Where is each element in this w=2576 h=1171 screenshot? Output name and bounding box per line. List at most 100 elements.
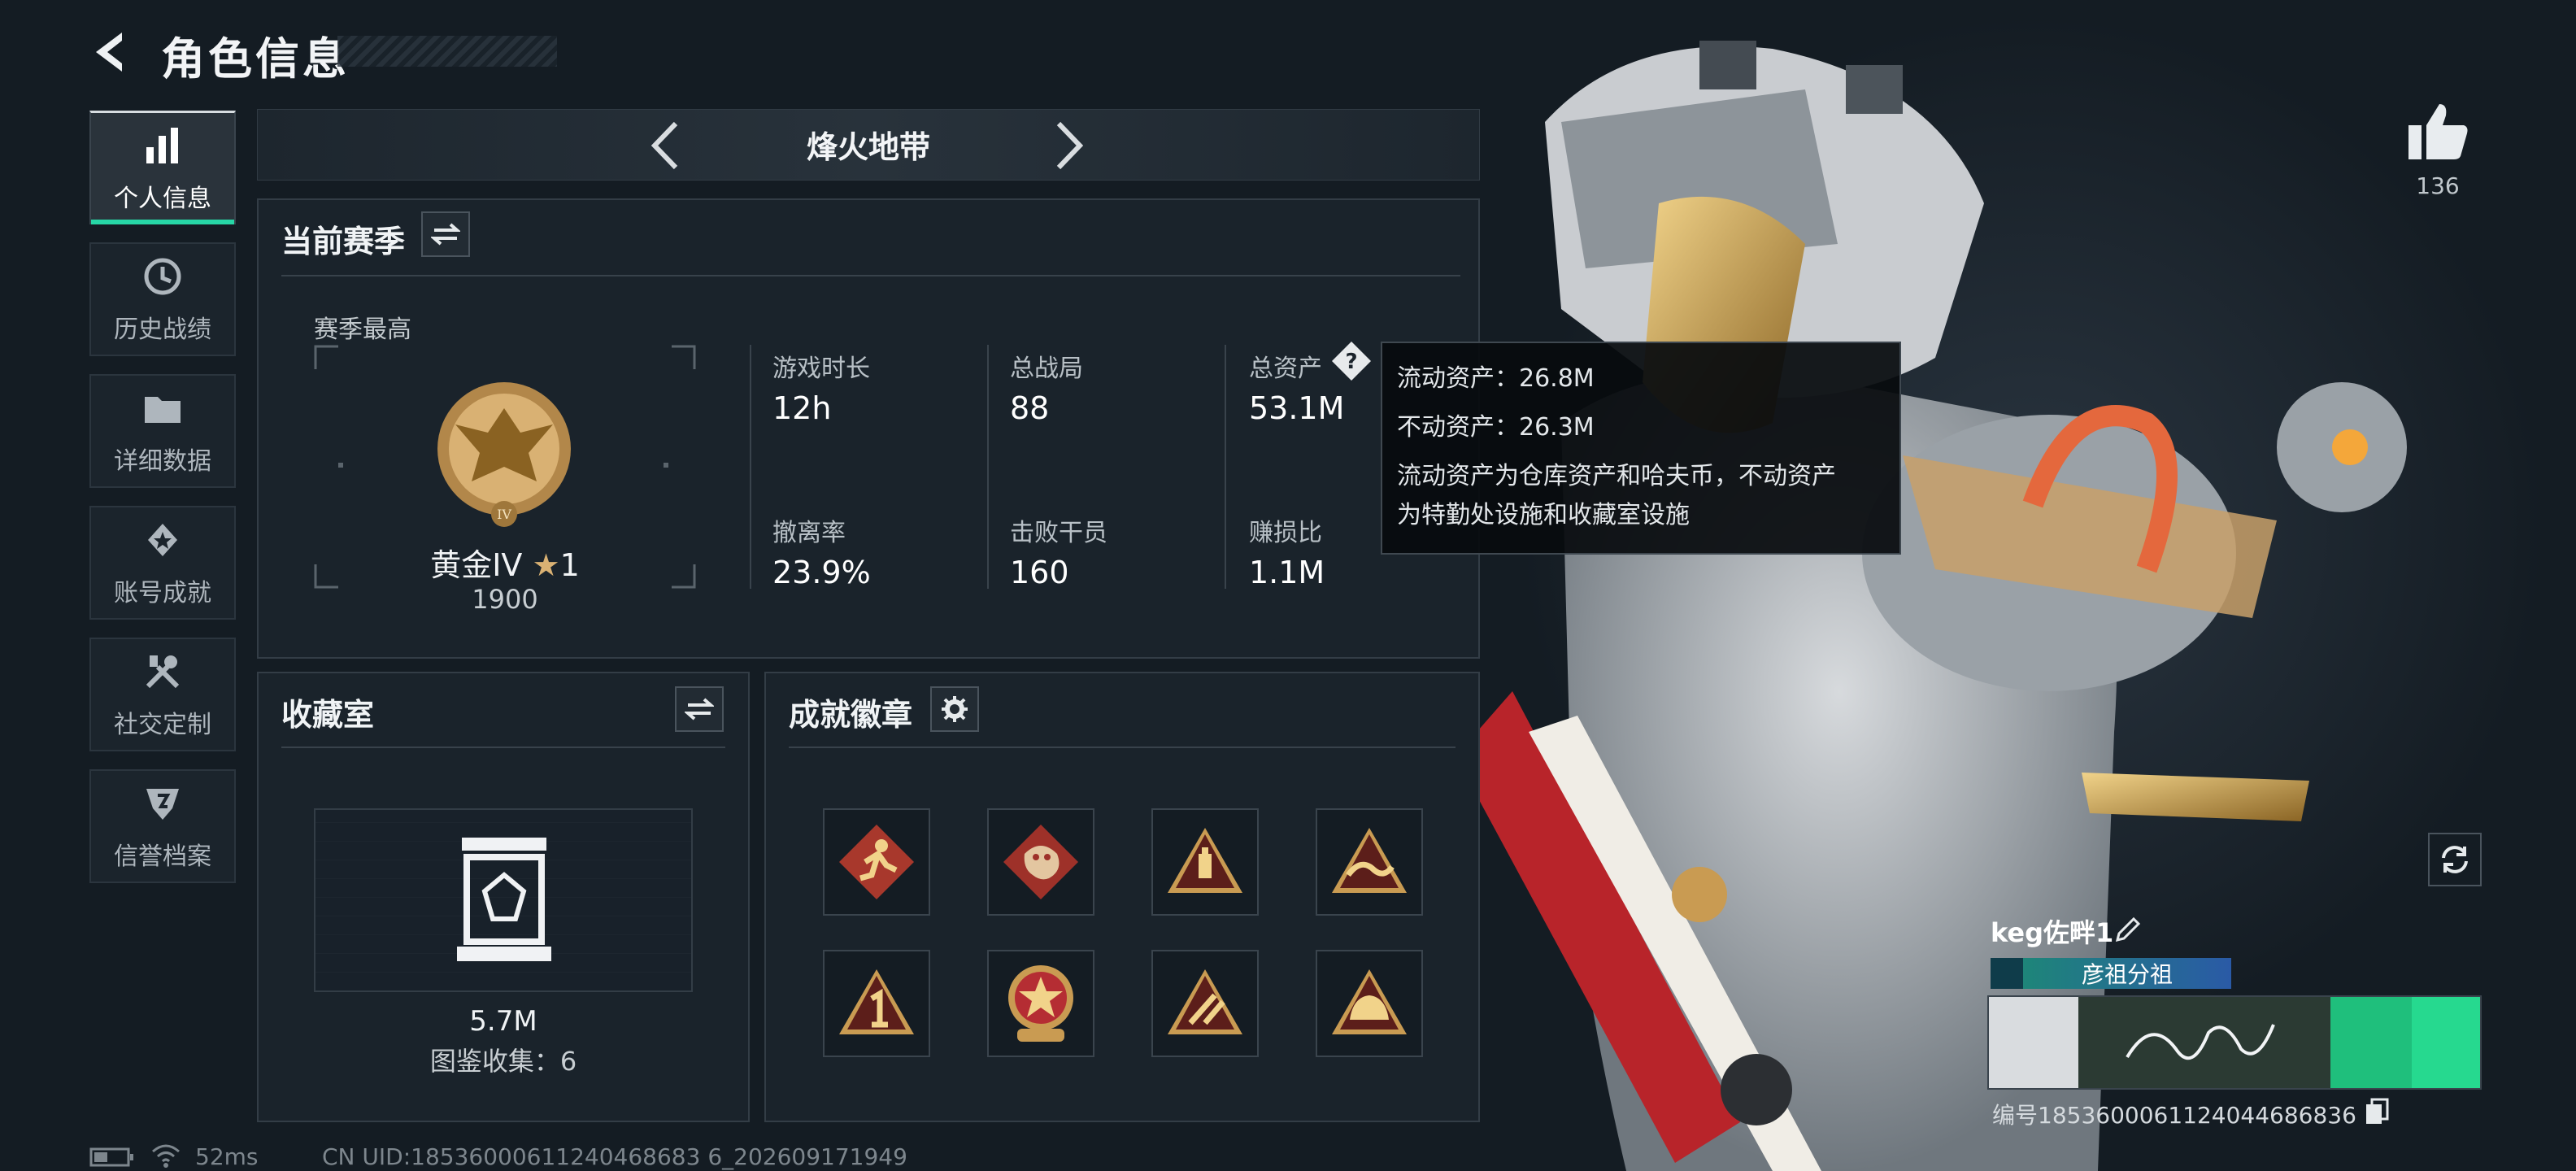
stat-label: 击败干员: [1010, 519, 1107, 547]
collection-count: 图鉴收集：6: [429, 1046, 577, 1077]
collection-display[interactable]: [314, 808, 693, 992]
sidebar-item-achievements[interactable]: 账号成就: [89, 506, 236, 620]
triangle-wave-badge-icon: [1332, 828, 1407, 893]
sidebar-item-label: 信誉档案: [114, 842, 211, 871]
tooltip-liquid-assets: 流动资产：26.8M: [1397, 364, 1595, 393]
stat-value: 88: [1010, 390, 1050, 426]
divider: [987, 345, 989, 589]
achievements-settings-button[interactable]: [930, 686, 979, 732]
tooltip-desc-line: 为特勤处设施和收藏室设施: [1397, 501, 1690, 529]
divider: [281, 747, 725, 748]
player-name: keg佐畔1: [1991, 917, 2114, 948]
achievement-badge[interactable]: [987, 808, 1094, 916]
stat-value: 1.1M: [1249, 555, 1325, 590]
player-id: 编号1853600061124044686836: [1992, 1102, 2356, 1129]
page-title: 角色信息: [161, 33, 350, 85]
achievement-badge[interactable]: [987, 950, 1094, 1057]
achievement-badge[interactable]: [823, 950, 930, 1057]
collection-value: 5.7M: [469, 1005, 537, 1038]
group-name: 彦祖分祖: [2081, 961, 2173, 988]
gold-rank-medal-icon: IV: [437, 382, 571, 527]
edit-pencil-icon[interactable]: [2113, 916, 2142, 945]
assets-tooltip: 流动资产：26.8M 不动资产：26.3M 流动资产为仓库资产和哈夫币，不动资产…: [1381, 342, 1901, 555]
history-clock-icon: [144, 258, 181, 295]
sidebar-item-history[interactable]: 历史战绩: [89, 242, 236, 356]
svg-text:?: ?: [1345, 350, 1357, 374]
title-decoration: [337, 36, 557, 67]
rotate-view-button[interactable]: [2428, 833, 2482, 886]
dragon-badge-icon: [1003, 825, 1078, 899]
battery-icon: [89, 1147, 133, 1167]
achievement-badge[interactable]: [1316, 950, 1423, 1057]
tooltip-fixed-assets: 不动资产：26.3M: [1397, 413, 1595, 442]
shield-emblem-icon: [146, 789, 179, 820]
thumbs-up-icon[interactable]: [2405, 101, 2470, 163]
group-banner: 彦祖分祖: [1991, 958, 2231, 989]
rank-stars: 1: [559, 547, 580, 583]
bar-chart-icon: [146, 127, 178, 163]
season-switch-button[interactable]: [421, 211, 470, 257]
wifi-icon: [152, 1144, 180, 1168]
stat-value: 160: [1010, 555, 1069, 590]
divider: [1225, 345, 1226, 589]
achievement-badge[interactable]: [1316, 808, 1423, 916]
sidebar-item-reputation[interactable]: 信誉档案: [89, 769, 236, 883]
likes-count: 136: [2416, 172, 2460, 199]
star-icon: ★: [532, 547, 560, 583]
uid-text: CN UID:18536000611240468683 6_2026091719…: [322, 1143, 907, 1170]
divider: [281, 275, 1460, 276]
back-arrow-icon[interactable]: [88, 28, 137, 76]
tooltip-desc-line: 流动资产为仓库资产和哈夫币，不动资产: [1397, 462, 1836, 490]
sidebar-item-personal-info[interactable]: 个人信息: [89, 111, 236, 224]
collection-title: 收藏室: [281, 697, 375, 733]
achievement-badge[interactable]: [823, 808, 930, 916]
divider: [750, 345, 751, 589]
triangle-helmet-badge-icon: [1332, 969, 1407, 1034]
season-title: 当前赛季: [281, 224, 406, 259]
achievement-star-icon: [148, 524, 177, 556]
stat-label: 游戏时长: [772, 355, 870, 383]
tooltip-description: 流动资产为仓库资产和哈夫币，不动资产 为特勤处设施和收藏室设施: [1397, 457, 1885, 535]
achievements-title: 成就徽章: [789, 697, 913, 733]
sidebar-item-social[interactable]: 社交定制: [89, 638, 236, 751]
rank-name-text: 黄金IV: [430, 547, 523, 583]
sidebar-item-label: 个人信息: [114, 184, 211, 213]
signature-image: [2126, 1024, 2275, 1060]
achievement-badge[interactable]: [1151, 808, 1259, 916]
stat-label: 赚损比: [1249, 519, 1322, 547]
help-question-icon[interactable]: ?: [1330, 340, 1373, 382]
stat-label: 总资产: [1249, 355, 1322, 383]
stat-value: 23.9%: [772, 555, 871, 590]
triangle-rocket-badge-icon: [1168, 969, 1242, 1034]
ping-value: 52ms: [195, 1143, 259, 1170]
achievement-badge[interactable]: [1151, 950, 1259, 1057]
star-medal-badge-icon: [1008, 965, 1073, 1042]
stat-label: 撤离率: [772, 519, 846, 547]
copy-icon[interactable]: [2365, 1098, 2389, 1125]
rank-name: 黄金IV ★1: [314, 540, 696, 585]
group-avatar: [1991, 958, 2023, 989]
stat-value: 12h: [772, 390, 832, 426]
chevron-right-icon[interactable]: [1049, 117, 1090, 174]
runner-badge-icon: [839, 825, 914, 899]
sidebar-item-detailed-data[interactable]: 详细数据: [89, 374, 236, 488]
season-best-label: 赛季最高: [314, 316, 411, 344]
sidebar-item-label: 社交定制: [114, 711, 211, 739]
swap-icon: [431, 223, 460, 246]
name-card-banner[interactable]: [1987, 995, 2482, 1090]
divider: [789, 747, 1456, 748]
collection-switch-button[interactable]: [675, 686, 724, 732]
folder-icon: [145, 397, 181, 423]
sidebar-item-label: 历史战绩: [114, 316, 211, 344]
wrench-screwdriver-icon: [146, 655, 180, 689]
stat-value: 53.1M: [1249, 390, 1345, 426]
sidebar-item-label: 账号成就: [114, 579, 211, 607]
rank-roman: IV: [497, 507, 511, 522]
mode-title: 烽火地带: [806, 129, 930, 165]
display-case-icon: [457, 838, 551, 961]
stat-label: 总战局: [1010, 355, 1083, 383]
triangle-number-one-badge-icon: [839, 969, 914, 1034]
triangle-usb-badge-icon: [1168, 828, 1242, 893]
gear-icon: [942, 696, 968, 722]
rank-score: 1900: [472, 584, 538, 615]
